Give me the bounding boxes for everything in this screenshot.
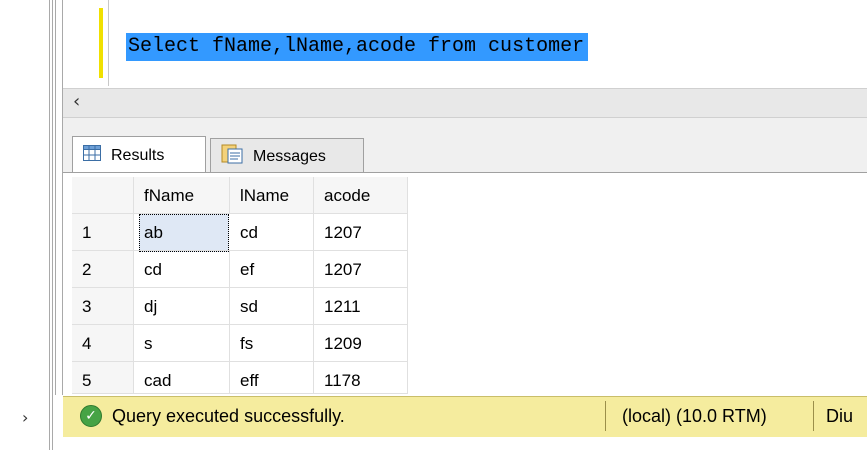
- status-server: (local) (10.0 RTM): [622, 406, 767, 426]
- table-cell[interactable]: 1211: [314, 288, 408, 325]
- check-circle-icon: ✓: [80, 405, 102, 427]
- column-header-acode[interactable]: acode: [314, 177, 408, 214]
- chevron-right-icon[interactable]: ›: [22, 408, 28, 427]
- tab-results-label: Results: [111, 146, 165, 164]
- table-cell[interactable]: 1207: [314, 214, 408, 251]
- status-user: Diu: [826, 406, 854, 426]
- status-message: Query executed successfully.: [112, 406, 345, 426]
- status-divider: [813, 401, 814, 431]
- column-header-fname[interactable]: fName: [134, 177, 230, 214]
- table-cell[interactable]: dj: [134, 288, 230, 325]
- editor-horizontal-scrollbar[interactable]: [63, 88, 867, 118]
- row-number[interactable]: 5: [72, 362, 134, 394]
- column-header-lname[interactable]: lName: [230, 177, 314, 214]
- table-cell[interactable]: eff: [230, 362, 314, 394]
- table-cell[interactable]: fs: [230, 325, 314, 362]
- table-cell[interactable]: cad: [134, 362, 230, 394]
- grid-icon: [83, 145, 101, 166]
- chevron-left-icon[interactable]: ‹: [73, 93, 80, 111]
- table-cell[interactable]: 1209: [314, 325, 408, 362]
- gutter-line: [49, 0, 50, 450]
- row-number[interactable]: 2: [72, 251, 134, 288]
- table-cell[interactable]: cd: [230, 214, 314, 251]
- grid-corner-cell[interactable]: [72, 177, 134, 214]
- tab-results[interactable]: Results: [72, 136, 206, 174]
- tab-messages-label: Messages: [253, 147, 326, 165]
- row-number[interactable]: 1: [72, 214, 134, 251]
- tab-messages[interactable]: Messages: [210, 138, 364, 174]
- change-marker: [99, 8, 103, 78]
- row-number[interactable]: 3: [72, 288, 134, 325]
- message-icon: [221, 144, 243, 169]
- table-cell[interactable]: ef: [230, 251, 314, 288]
- sql-query-text[interactable]: Select fName,lName,acode from customer: [126, 33, 589, 61]
- editor-margin-line: [108, 0, 109, 86]
- table-cell[interactable]: s: [134, 325, 230, 362]
- gutter-line: [52, 0, 53, 450]
- table-cell[interactable]: sd: [230, 288, 314, 325]
- table-cell[interactable]: cd: [134, 251, 230, 288]
- row-number[interactable]: 4: [72, 325, 134, 362]
- table-cell[interactable]: 1178: [314, 362, 408, 394]
- gutter-line: [55, 0, 56, 395]
- table-cell[interactable]: ab: [134, 214, 230, 251]
- status-divider: [605, 401, 606, 431]
- table-cell[interactable]: 1207: [314, 251, 408, 288]
